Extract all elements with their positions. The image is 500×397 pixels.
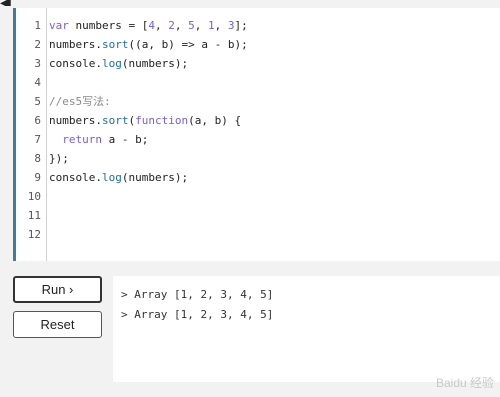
code-token: log [101,171,122,184]
line-number: 5 [34,95,41,108]
line-number: 6 [34,114,41,127]
code-text: var numbers = [4, 2, 5, 1, 3]; [49,16,248,35]
code-token: 2 [168,19,175,32]
code-token: numbers. [49,114,102,127]
code-line[interactable]: 2 numbers.sort((a, b) => a - b); [16,35,486,54]
code-token: }); [49,152,69,165]
code-text: numbers.sort(function(a, b) { [49,111,241,130]
line-number: 8 [34,152,41,165]
code-token: a - b; [102,133,149,146]
code-token: var [49,19,69,32]
line-number: 12 [27,228,41,241]
code-line[interactable]: 6 numbers.sort(function(a, b) { [16,111,486,130]
code-line[interactable]: 11 [16,206,486,225]
code-token: ((a, b) => a - b); [128,38,248,51]
line-number: 10 [27,190,41,203]
code-token: 4 [148,19,155,32]
code-token: (numbers); [121,171,189,184]
reset-button[interactable]: Reset [13,311,102,338]
code-line[interactable]: 3 console.log(numbers); [16,54,486,73]
code-line[interactable]: 5 //es5写法: [16,92,486,111]
code-line[interactable]: 9 console.log(numbers); [16,168,486,187]
code-text: console.log(numbers); [49,54,188,73]
code-token: ]; [234,19,248,32]
line-number: 9 [34,171,41,184]
code-token: (a, b) { [188,114,242,127]
code-token: , [194,19,208,32]
code-token: 1 [207,19,215,32]
code-line[interactable]: 10 [16,187,486,206]
code-line[interactable]: 4 [16,73,486,92]
code-token: //es5写法: [49,95,111,108]
code-text: numbers.sort((a, b) => a - b); [49,35,248,54]
watermark-logo: Baidu 经验 [435,376,494,390]
code-token: sort [101,114,129,127]
code-line[interactable]: 12 [16,225,486,244]
line-number: 2 [34,38,41,51]
line-number: 3 [34,57,41,70]
code-text: //es5写法: [49,92,111,111]
code-token: function [135,114,189,127]
run-button[interactable]: Run › [13,276,102,303]
code-token: numbers = [ [68,19,149,32]
line-number: 11 [27,209,41,222]
code-token: , [214,19,228,32]
code-line[interactable]: 7 return a - b; [16,130,486,149]
code-text: console.log(numbers); [49,168,188,187]
code-token: 5 [188,19,195,32]
code-token: console. [49,57,102,70]
code-token: log [101,57,122,70]
line-number: 1 [34,19,41,32]
code-token: numbers. [49,38,102,51]
cursor-glyph-icon: ◀ [0,0,40,6]
code-token: sort [101,38,129,51]
code-editor[interactable]: 1 var numbers = [4, 2, 5, 1, 3]; 2 numbers.… [13,8,500,261]
output-line: > Array [1, 2, 3, 4, 5] [121,288,274,301]
code-token: (numbers); [121,57,189,70]
code-token: return [62,133,102,146]
code-token: , [174,19,189,32]
code-text: }); [49,149,69,168]
code-line[interactable]: 1 var numbers = [4, 2, 5, 1, 3]; [16,16,486,35]
code-line[interactable]: 8}); [16,149,486,168]
code-token: , [154,19,169,32]
output-line: > Array [1, 2, 3, 4, 5] [121,308,274,321]
code-text: return a - b; [49,130,148,149]
line-number: 7 [34,133,41,146]
console-output: > Array [1, 2, 3, 4, 5] > Array [1, 2, 3… [113,276,500,382]
line-number: 4 [34,76,41,89]
code-token: console. [49,171,102,184]
